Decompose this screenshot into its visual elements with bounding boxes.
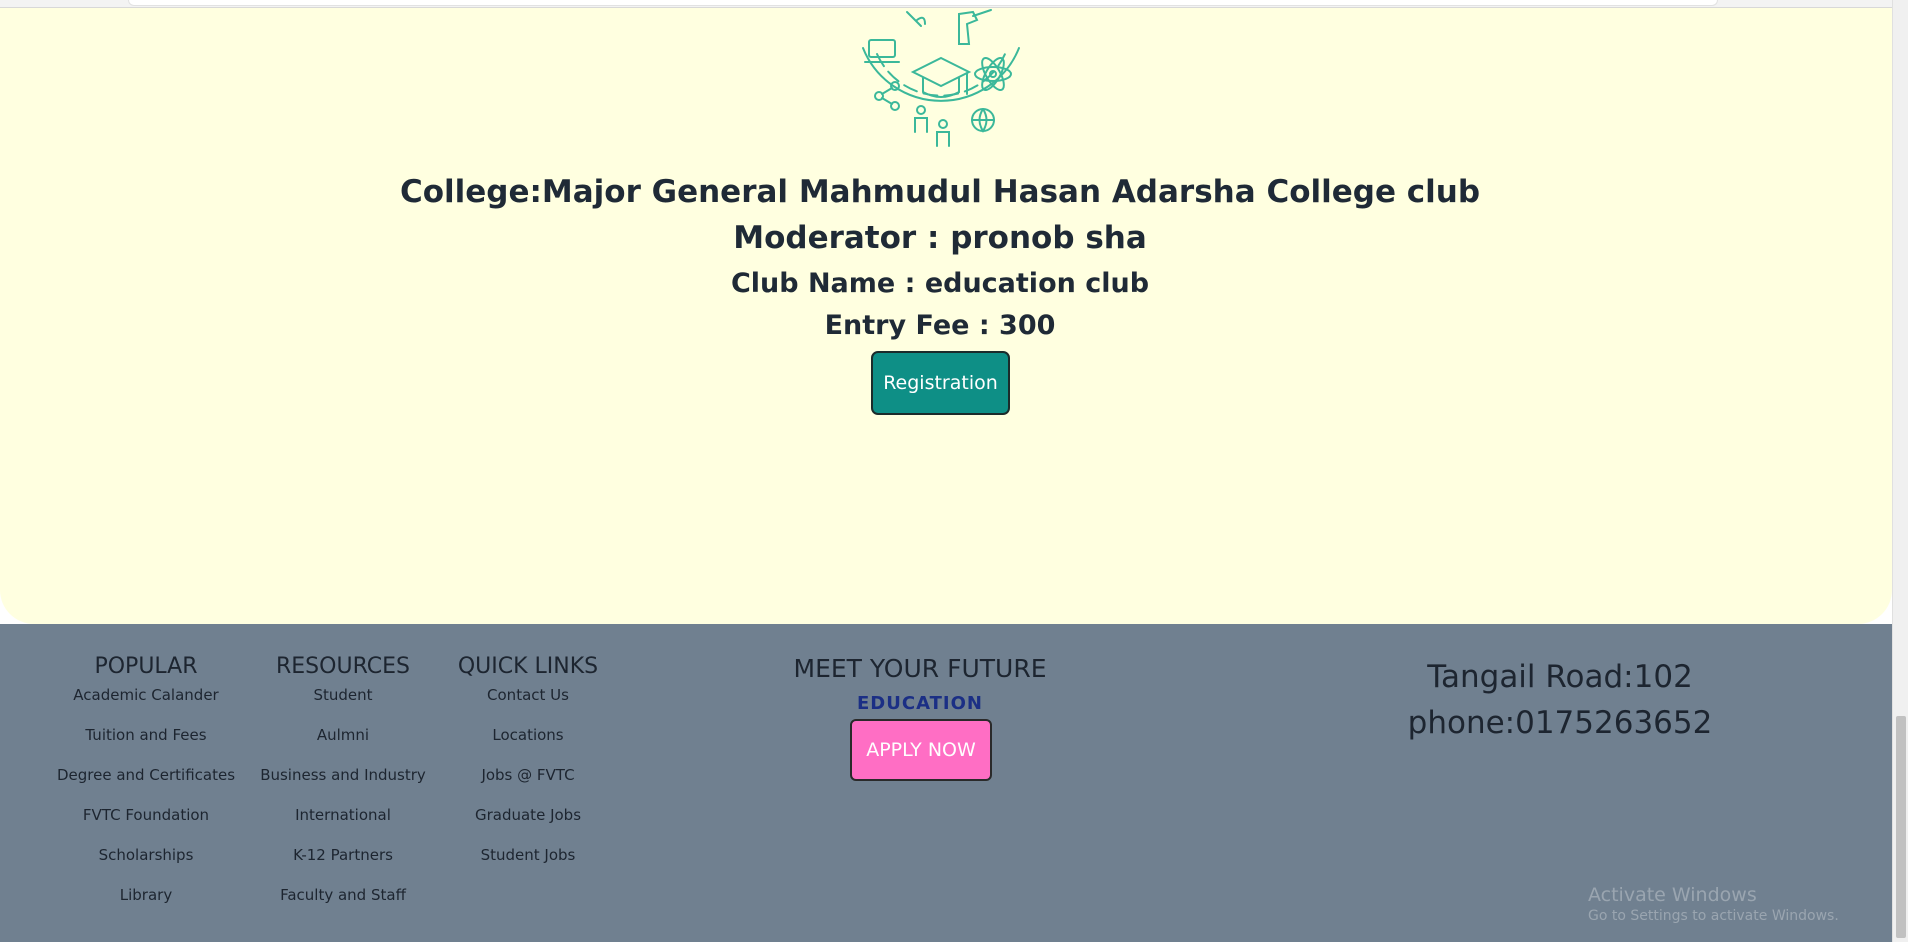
footer-popular-column: POPULAR Academic Calander Tuition and Fe… — [56, 652, 236, 923]
meet-your-future-block: MEET YOUR FUTURE EDUCATION — [760, 654, 1080, 714]
footer-resources-heading: RESOURCES — [276, 654, 410, 679]
footer-popular-heading: POPULAR — [94, 654, 198, 679]
address-road: Tangail Road:102 — [1427, 659, 1693, 695]
footer-link-international[interactable]: International — [254, 803, 432, 827]
club-details-card: College:Major General Mahmudul Hasan Ada… — [0, 8, 1892, 624]
moderator-name: Moderator : pronob sha — [733, 220, 1147, 256]
footer-resources-links: Student Aulmni Business and Industry Int… — [254, 683, 432, 907]
fist-icon — [958, 10, 979, 45]
atom-icon — [974, 66, 1012, 82]
footer-link-faculty-staff[interactable]: Faculty and Staff — [254, 883, 432, 907]
footer-link-graduate-jobs[interactable]: Graduate Jobs — [448, 803, 608, 827]
activate-windows-title: Activate Windows — [1588, 884, 1757, 906]
person-icon — [916, 105, 926, 115]
entry-fee: Entry Fee : 300 — [824, 310, 1056, 341]
vertical-scrollbar[interactable] — [1892, 0, 1908, 942]
scrollbar-thumb[interactable] — [1896, 716, 1906, 938]
activate-windows-watermark: Activate Windows Go to Settings to activ… — [1588, 884, 1839, 924]
footer-link-tuition-fees[interactable]: Tuition and Fees — [56, 723, 236, 747]
laptop-icon — [868, 39, 896, 58]
footer-quick-links-column: QUICK LINKS Contact Us Locations Jobs @ … — [448, 652, 608, 883]
footer-link-locations[interactable]: Locations — [448, 723, 608, 747]
apply-now-button[interactable]: APPLY NOW — [850, 719, 992, 781]
footer-link-student[interactable]: Student — [254, 683, 432, 707]
person-body — [936, 131, 950, 147]
footer-link-business-industry[interactable]: Business and Industry — [254, 763, 432, 787]
footer-popular-links: Academic Calander Tuition and Fees Degre… — [56, 683, 236, 907]
contact-address-block: Tangail Road:102 phone:0175263652 — [1380, 654, 1740, 746]
footer-link-k12-partners[interactable]: K-12 Partners — [254, 843, 432, 867]
education-emblem-icon — [862, 9, 1020, 147]
footer-link-degree-certificates[interactable]: Degree and Certificates — [56, 763, 236, 787]
graduation-cap-band — [922, 77, 960, 98]
address-phone: phone:0175263652 — [1407, 705, 1713, 741]
footer-link-fvtc-foundation[interactable]: FVTC Foundation — [56, 803, 236, 827]
footer-link-contact-us[interactable]: Contact Us — [448, 683, 608, 707]
activate-windows-subtitle: Go to Settings to activate Windows. — [1588, 908, 1839, 924]
education-logo: EDUCATION — [857, 693, 983, 714]
pencil-icon — [972, 9, 992, 17]
club-name: Club Name : education club — [730, 268, 1150, 299]
browser-top-strip — [0, 0, 1892, 8]
page: College:Major General Mahmudul Hasan Ada… — [0, 0, 1908, 942]
meet-your-future-heading: MEET YOUR FUTURE — [793, 654, 1047, 683]
footer-link-alumni[interactable]: Aulmni — [254, 723, 432, 747]
footer-link-jobs-fvtc[interactable]: Jobs @ FVTC — [448, 763, 608, 787]
site-footer: POPULAR Academic Calander Tuition and Fe… — [0, 624, 1892, 942]
footer-link-library[interactable]: Library — [56, 883, 236, 907]
college-name: College:Major General Mahmudul Hasan Ada… — [399, 174, 1481, 210]
person-body — [914, 117, 928, 133]
atom-nucleus — [989, 70, 997, 78]
footer-link-academic-calendar[interactable]: Academic Calander — [56, 683, 236, 707]
footer-link-student-jobs[interactable]: Student Jobs — [448, 843, 608, 867]
footer-link-scholarships[interactable]: Scholarships — [56, 843, 236, 867]
person-icon — [938, 119, 948, 129]
graduation-cap-icon — [910, 56, 972, 88]
footer-quick-links-heading: QUICK LINKS — [457, 654, 599, 679]
footer-quick-links: Contact Us Locations Jobs @ FVTC Graduat… — [448, 683, 608, 867]
registration-button[interactable]: Registration — [871, 351, 1010, 415]
footer-resources-column: RESOURCES Student Aulmni Business and In… — [254, 652, 432, 923]
wrench-icon — [906, 11, 926, 27]
browser-tab-strip — [128, 0, 1718, 6]
